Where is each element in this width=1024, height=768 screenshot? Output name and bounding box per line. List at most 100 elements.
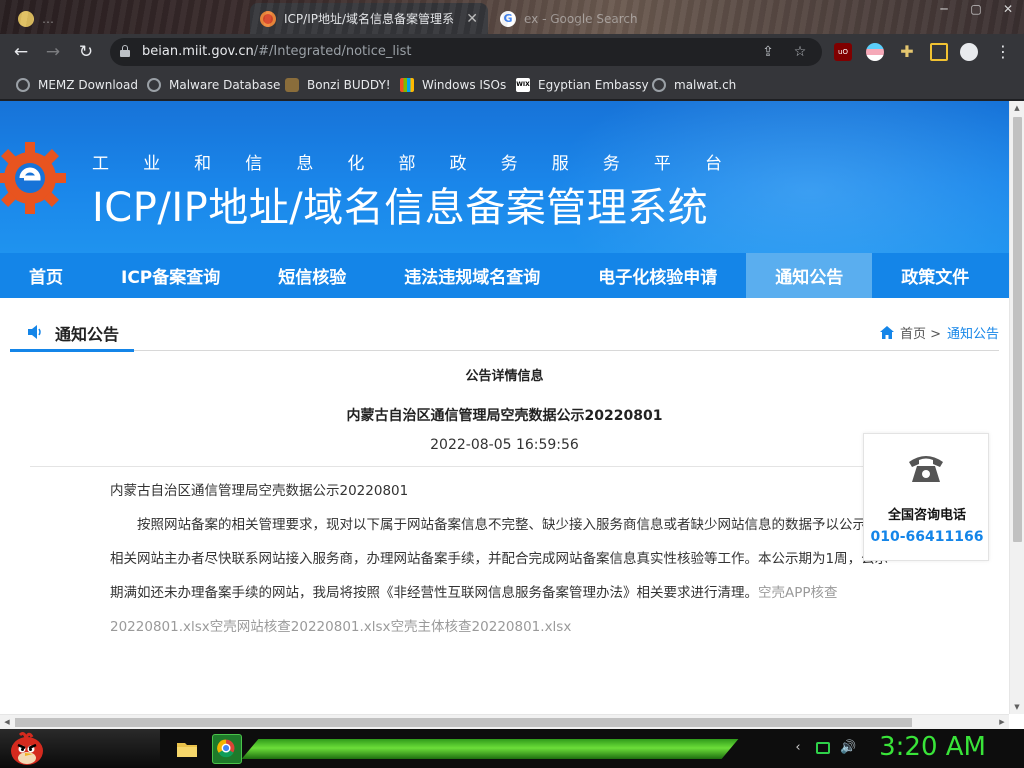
bookmark-item[interactable]: MEMZ Download [16,76,138,94]
tray-chevron-icon[interactable]: ‹ [790,740,806,756]
taskbar: ‹ 🔊 3:20 AM [0,729,1024,768]
attachment-link[interactable]: 空壳主体核查20220801.xlsx [391,619,572,635]
notice-body: 内蒙古自治区通信管理局空壳数据公示20220801 按照网站备案的相关管理要求，… [110,474,900,644]
bookmark-item[interactable]: Bonzi BUDDY! [285,76,391,94]
browser-tab-active[interactable]: ICP/IP地址/域名信息备案管理系 ✕ [250,3,488,34]
tab-label: … [42,11,54,26]
globe-icon [16,78,30,92]
main-nav: 首页 ICP备案查询 短信核验 违法违规域名查询 电子化核验申请 通知公告 政策… [0,253,1009,298]
telephone-icon [909,456,943,482]
notice-paragraph: 按照网站备案的相关管理要求，现对以下属于网站备案信息不完整、缺少接入服务商信息或… [110,517,893,635]
nav-item-sms-verify[interactable]: 短信核验 [249,253,375,298]
back-arrow-icon[interactable]: ← [10,41,32,63]
windows-icon [400,78,414,92]
flag-extension-icon[interactable] [866,43,884,61]
nav-item-icp-query[interactable]: ICP备案查询 [92,253,249,298]
globe-icon [652,78,666,92]
section-title: 通知公告 [55,325,120,344]
system-tray: ‹ 🔊 [790,740,856,756]
tab-favicon-icon [18,10,34,27]
site-title: ICP/IP地址/域名信息备案管理系统 [92,185,709,231]
taskbar-clock[interactable]: 3:20 AM [879,732,986,762]
maximize-icon[interactable]: ▢ [960,0,992,20]
window-controls: ─ ▢ ✕ [928,0,1024,20]
bookmark-label: Malware Database [169,78,281,92]
bookmark-label: malwat.ch [674,78,737,92]
browser-tab[interactable]: … [8,3,248,34]
profile-avatar-icon[interactable] [960,43,978,61]
tab-label: ICP/IP地址/域名信息备案管理系 [284,12,455,26]
network-icon[interactable] [816,742,830,754]
site-logo-gear-icon [0,142,66,214]
scroll-thumb[interactable] [1013,117,1022,542]
tab-label: ex - Google Search [524,11,638,26]
attachment-link[interactable]: 空壳网站核查20220801.xlsx [210,619,391,635]
extensions-puzzle-icon[interactable]: ✚ [898,43,916,61]
bookmark-star-icon[interactable]: ☆ [792,44,808,60]
nav-item-e-verify-apply[interactable]: 电子化核验申请 [569,253,746,298]
nav-item-policy-docs[interactable]: 政策文件 [872,253,998,298]
nav-item-notices[interactable]: 通知公告 [746,253,873,298]
globe-icon [147,78,161,92]
speaker-icon [28,325,41,339]
bookmark-label: MEMZ Download [38,78,138,92]
scroll-up-icon[interactable]: ▲ [1010,101,1024,115]
divider [30,466,980,467]
volume-icon[interactable]: 🔊 [840,740,856,756]
scroll-down-icon[interactable]: ▼ [1010,700,1024,714]
share-icon[interactable]: ⇪ [760,44,776,60]
nav-item-illegal-domain-query[interactable]: 违法违规域名查询 [375,253,569,298]
ublock-extension-icon[interactable]: uO [834,43,852,61]
address-bar[interactable]: beian.miit.gov.cn/#/Integrated/notice_li… [110,38,822,66]
site-subtitle: 工 业 和 信 息 化 部 政 务 服 务 平 台 [92,154,722,174]
breadcrumb-home-link[interactable]: 首页 > [900,323,941,342]
notice-date: 2022-08-05 16:59:56 [430,437,579,453]
browser-tab[interactable]: G ex - Google Search [490,3,690,34]
bookmark-item[interactable]: WIX Egyptian Embassy [516,76,649,94]
menu-kebab-icon[interactable]: ⋮ [994,43,1012,61]
chrome-taskbar-button[interactable] [212,734,242,764]
nav-item-home[interactable]: 首页 [0,253,92,298]
wix-icon: WIX [516,78,530,92]
bookmark-label: Bonzi BUDDY! [307,78,391,92]
browser-toolbar: ← → ↻ beian.miit.gov.cn/#/Integrated/not… [0,34,1024,70]
reload-icon[interactable]: ↻ [75,41,97,63]
forward-arrow-icon[interactable]: → [42,41,64,63]
bookmarks-bar: MEMZ Download Malware Database Bonzi BUD… [0,70,1024,100]
notice-detail-label: 公告详情信息 [465,369,544,384]
bookmark-item[interactable]: Malware Database [147,76,280,94]
folder-icon[interactable] [172,734,202,764]
minimize-icon[interactable]: ─ [928,0,960,20]
bookmark-label: Windows ISOs [422,78,507,92]
horizontal-scrollbar[interactable]: ◀ ▶ [0,714,1009,729]
chrome-icon [217,739,235,758]
url-path: /#/Integrated/notice_list [253,44,412,59]
scroll-right-icon[interactable]: ▶ [995,715,1009,729]
scroll-left-icon[interactable]: ◀ [0,715,14,729]
breadcrumb-current[interactable]: 通知公告 [947,323,999,342]
vertical-scrollbar[interactable]: ▲ ▼ [1009,101,1024,714]
home-icon [879,326,894,339]
close-tab-icon[interactable]: ✕ [466,11,478,27]
angry-bird-start-icon[interactable] [8,731,46,767]
bonzi-icon [285,78,299,92]
section-header: 通知公告 首页 > 通知公告 [10,313,999,352]
bookmark-label: Egyptian Embassy [538,78,649,92]
bookmark-item[interactable]: malwat.ch [652,76,736,94]
hotline-number: 010-66411166 [870,529,984,545]
url-text: beian.miit.gov.cn/#/Integrated/notice_li… [142,44,412,59]
scroll-thumb[interactable] [15,718,912,727]
hotline-label: 全国咨询电话 [887,508,966,523]
side-panel-icon[interactable] [930,43,948,61]
page-viewport: 工 业 和 信 息 化 部 政 务 服 务 平 台 ICP/IP地址/域名信息备… [0,101,1024,729]
lock-icon[interactable] [120,45,130,57]
url-host: beian.miit.gov.cn [142,44,254,59]
bookmark-item[interactable]: Windows ISOs [400,76,506,94]
hotline-widget[interactable]: 全国咨询电话 010-66411166 [863,433,989,561]
section-tab-underline [10,349,134,352]
tab-favicon-icon [260,10,276,27]
notice-heading-line: 内蒙古自治区通信管理局空壳数据公示20220801 [110,483,409,499]
breadcrumb: 首页 > 通知公告 [879,323,999,342]
close-window-icon[interactable]: ✕ [992,0,1024,20]
browser-tabstrip: … ICP/IP地址/域名信息备案管理系 ✕ G ex - Google Sea… [0,0,1024,34]
